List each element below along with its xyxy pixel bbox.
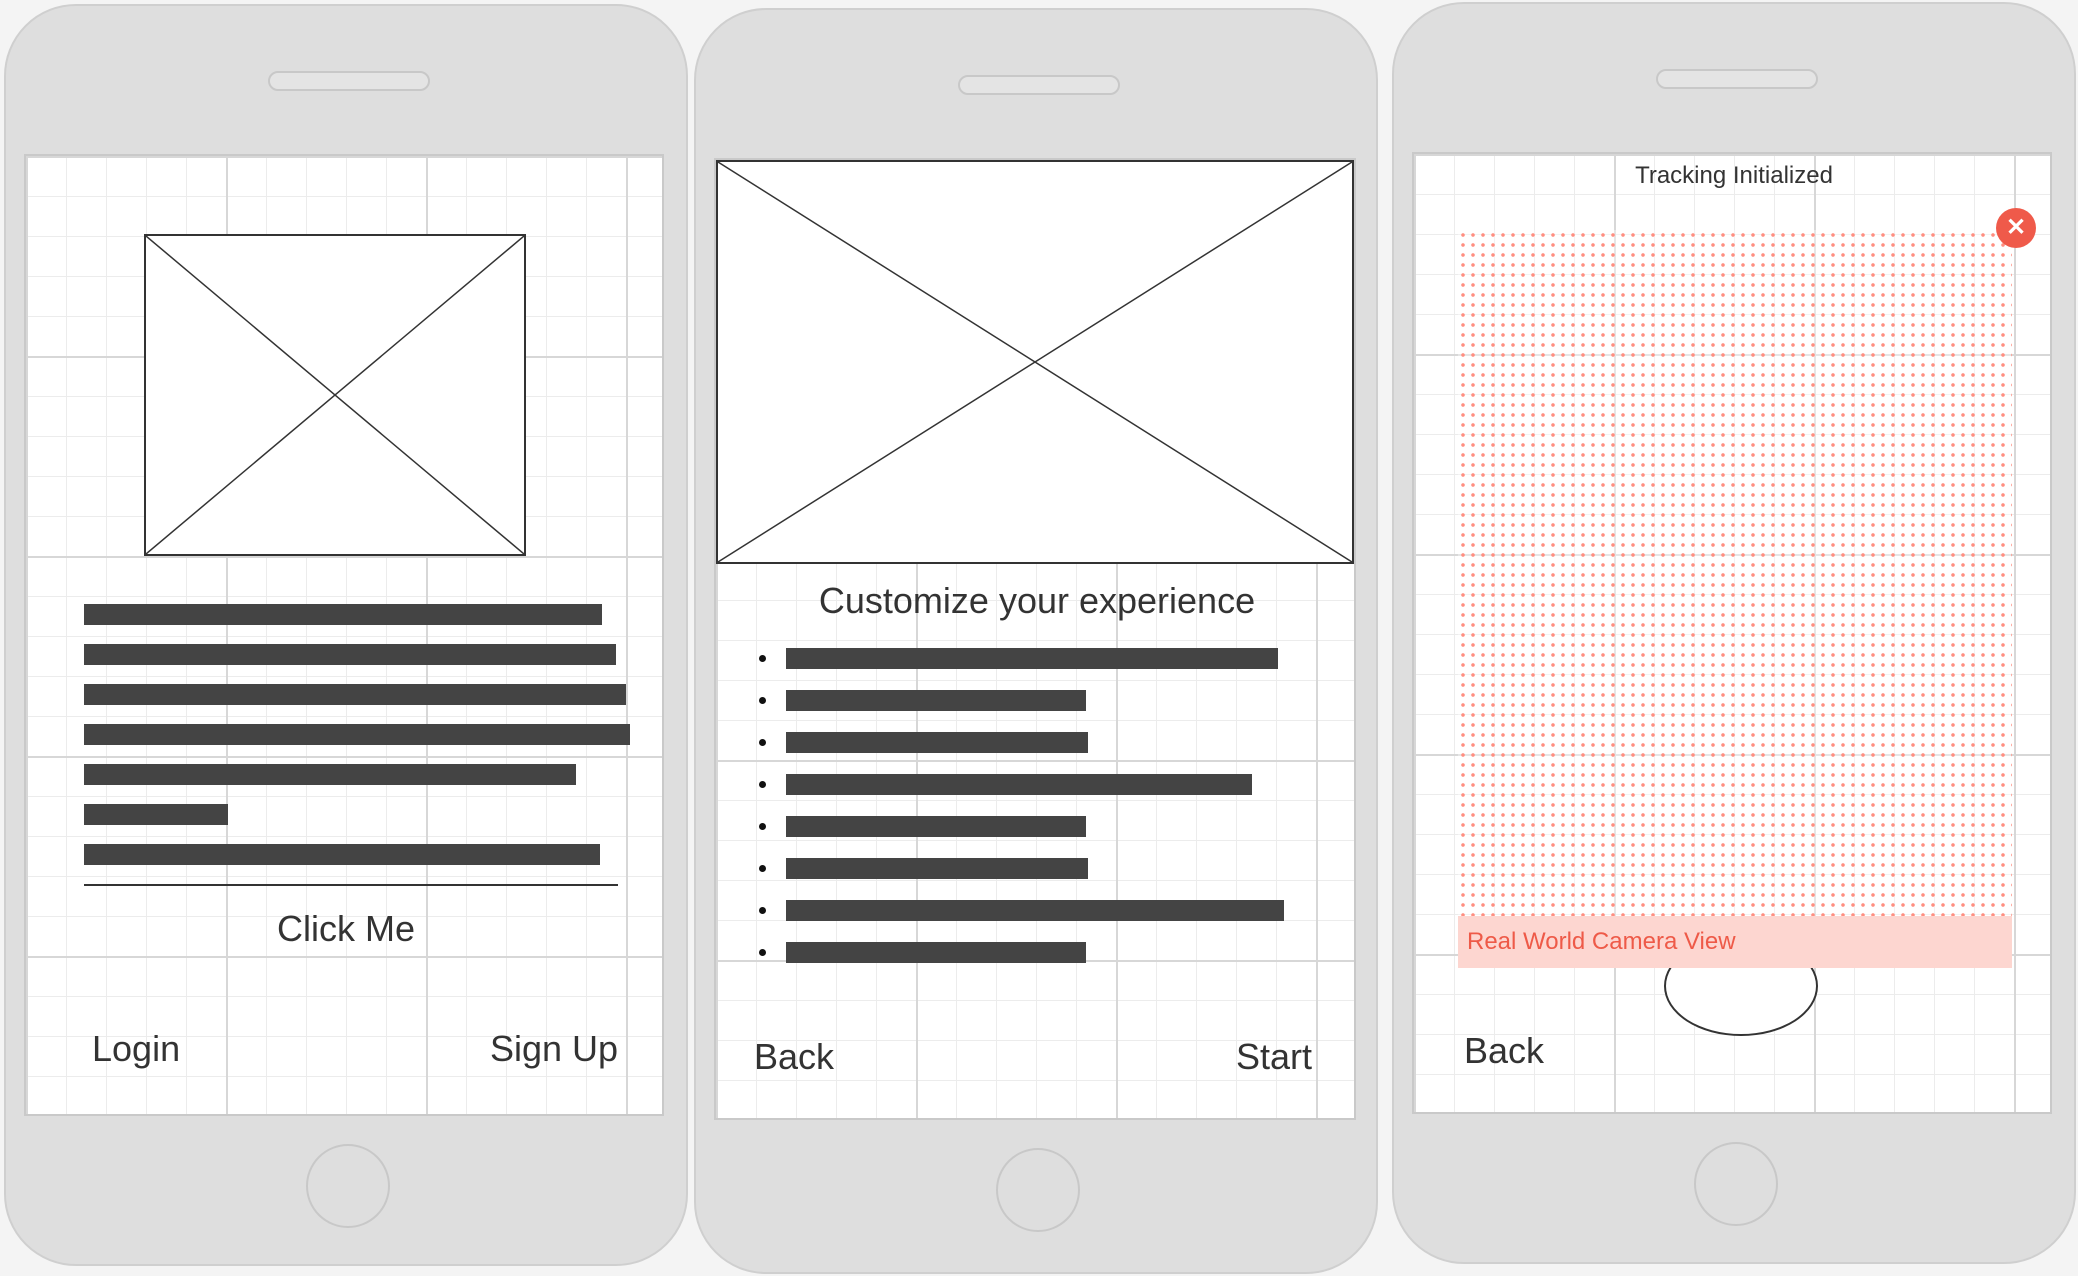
text-line-placeholder	[84, 604, 602, 625]
text-line-placeholder	[84, 684, 626, 705]
list-bullet	[759, 655, 766, 662]
list-item-placeholder	[786, 858, 1088, 879]
camera-view[interactable]	[1458, 230, 2012, 918]
list-item-placeholder	[786, 732, 1088, 753]
screen-camera: Tracking Initialized Real World Camera V…	[1412, 152, 2052, 1114]
image-placeholder	[144, 234, 526, 556]
click-me-button[interactable]: Click Me	[26, 908, 662, 950]
back-button[interactable]: Back	[754, 1036, 834, 1078]
list-bullet	[759, 739, 766, 746]
home-button[interactable]	[1694, 1142, 1778, 1226]
image-placeholder-cross	[146, 236, 524, 554]
text-line-placeholder	[84, 724, 630, 745]
text-line-placeholder	[84, 844, 600, 865]
divider	[84, 884, 618, 886]
sign-up-button[interactable]: Sign Up	[490, 1028, 618, 1070]
list-bullet	[759, 823, 766, 830]
camera-view-label: Real World Camera View	[1458, 916, 2012, 968]
start-button[interactable]: Start	[1236, 1036, 1312, 1078]
text-line-placeholder	[84, 764, 576, 785]
list-bullet	[759, 781, 766, 788]
list-item-placeholder	[786, 816, 1086, 837]
login-button[interactable]: Login	[92, 1028, 180, 1070]
text-line-placeholder	[84, 644, 616, 665]
close-icon[interactable]: ✕	[1996, 208, 2036, 248]
list-item-placeholder	[786, 774, 1252, 795]
list-item-placeholder	[786, 900, 1284, 921]
image-placeholder-cross	[718, 162, 1352, 562]
list-item-placeholder	[786, 690, 1086, 711]
list-bullet	[759, 949, 766, 956]
list-bullet	[759, 697, 766, 704]
phone-speaker	[268, 71, 430, 91]
phone-speaker	[1656, 69, 1818, 89]
list-bullet	[759, 907, 766, 914]
image-placeholder	[716, 160, 1354, 564]
back-button[interactable]: Back	[1464, 1030, 1544, 1072]
home-button[interactable]	[996, 1148, 1080, 1232]
screen-login: Click Me Login Sign Up	[24, 154, 664, 1116]
page-title: Customize your experience	[818, 580, 1256, 621]
tracking-status: Tracking Initialized	[1635, 162, 1833, 189]
list-item-placeholder	[786, 942, 1086, 963]
phone-speaker	[958, 75, 1120, 95]
list-bullet	[759, 865, 766, 872]
home-button[interactable]	[306, 1144, 390, 1228]
text-line-placeholder	[84, 804, 228, 825]
screen-customize: Customize your experience Back Start	[714, 158, 1356, 1120]
list-item-placeholder	[786, 648, 1278, 669]
